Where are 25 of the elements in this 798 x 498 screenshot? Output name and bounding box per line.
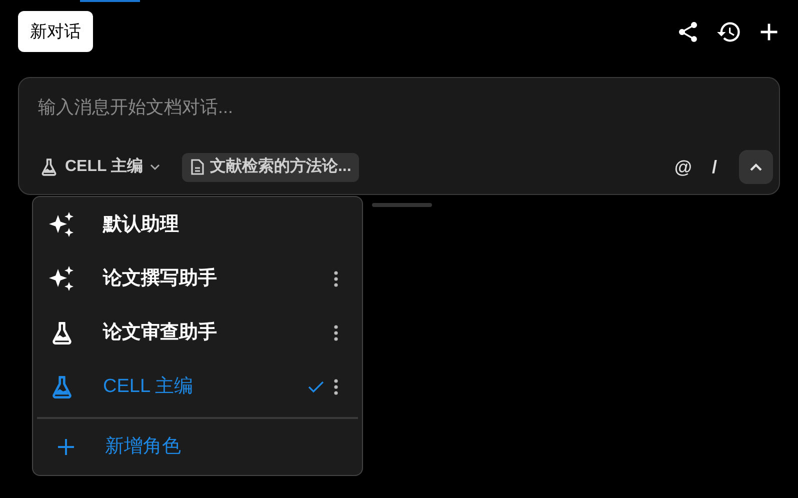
- role-selector[interactable]: CELL 主编: [37, 155, 163, 179]
- role-menu-item[interactable]: 论文撰写助手: [37, 252, 358, 306]
- sparkle-icon: [48, 265, 76, 293]
- role-menu-item[interactable]: CELL 主编: [37, 360, 358, 414]
- drag-handle[interactable]: [372, 203, 432, 207]
- add-role-item[interactable]: 新增角色: [37, 419, 358, 475]
- command-button[interactable]: /: [712, 154, 717, 180]
- flask-icon: [39, 157, 59, 177]
- more-icon[interactable]: [334, 379, 338, 395]
- document-icon: [190, 159, 204, 175]
- more-icon[interactable]: [334, 325, 338, 341]
- new-chat-button[interactable]: 新对话: [18, 11, 93, 52]
- mention-button[interactable]: @: [674, 154, 692, 180]
- more-icon[interactable]: [334, 271, 338, 287]
- check-icon: [308, 381, 324, 393]
- chevron-up-icon: [749, 162, 763, 172]
- collapse-button[interactable]: [739, 150, 773, 184]
- sparkle-icon: [48, 211, 76, 239]
- share-icon[interactable]: [676, 20, 700, 44]
- role-menu-item[interactable]: 论文审查助手: [37, 306, 358, 360]
- role-menu-item[interactable]: 默认助理: [37, 198, 358, 252]
- message-field[interactable]: 输入消息开始文档对话... CELL 主编 文献检索的方法论... @ /: [18, 77, 780, 195]
- plus-icon: [57, 438, 75, 456]
- tab-indicator: [80, 0, 140, 2]
- document-chip[interactable]: 文献检索的方法论...: [182, 152, 360, 182]
